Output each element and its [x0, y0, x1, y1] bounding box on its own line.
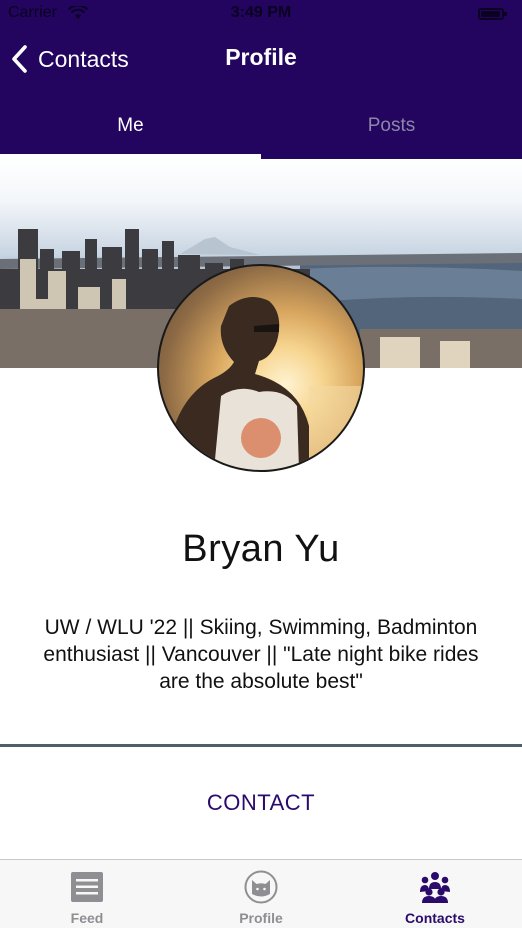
section-divider [0, 744, 522, 747]
tab-bar-label-feed: Feed [70, 910, 104, 926]
back-button[interactable]: Contacts [10, 40, 129, 78]
chevron-left-icon [12, 45, 27, 73]
cat-profile-icon [244, 870, 278, 904]
tab-bar-label-contacts: Contacts [405, 910, 465, 926]
tab-posts-label: Posts [367, 115, 416, 136]
tab-bar-item-contacts[interactable]: Contacts [348, 860, 522, 928]
feed-icon [71, 872, 103, 902]
tab-bar-label-profile: Profile [239, 910, 283, 926]
tab-me[interactable]: Me [0, 100, 261, 159]
battery-icon [478, 8, 507, 20]
avatar[interactable] [157, 264, 365, 472]
people-icon [420, 872, 450, 903]
profile-bio: UW / WLU '22 || Skiing, Swimming, Badmin… [43, 616, 479, 693]
tab-bar-item-profile[interactable]: Profile [174, 860, 348, 928]
profile-name: Bryan Yu [182, 528, 340, 570]
tab-bar-item-feed[interactable]: Feed [0, 860, 174, 928]
status-time: 3:49 PM [230, 4, 292, 21]
tab-posts[interactable]: Posts [261, 100, 522, 159]
segment-tabs: Me Posts [0, 100, 522, 159]
tab-me-label: Me [117, 115, 144, 136]
back-button-label: Contacts [38, 45, 129, 72]
status-bar: Carrier 3:49 PM [0, 0, 522, 30]
header: Carrier 3:49 PM Contacts Profile Me Post… [0, 0, 522, 159]
tab-bar: Feed Profile Contacts [0, 859, 522, 928]
contact-button[interactable]: CONTACT [0, 790, 522, 816]
